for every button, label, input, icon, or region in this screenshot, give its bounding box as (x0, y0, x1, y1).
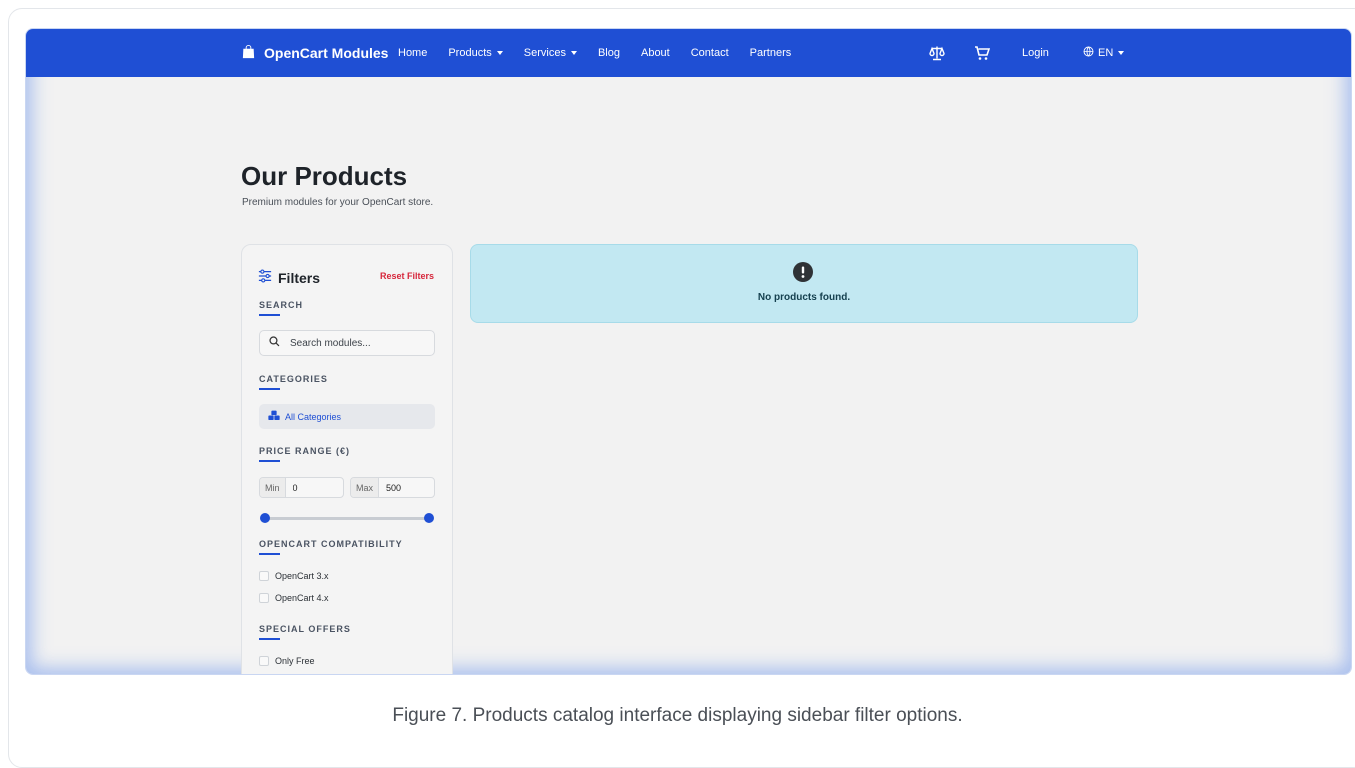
cubes-icon (268, 410, 285, 423)
nav-services[interactable]: Services (524, 47, 577, 59)
page-title: Our Products (241, 161, 408, 191)
compat-option-oc4[interactable]: OpenCart 4.x (259, 593, 329, 603)
price-slider-track[interactable] (264, 517, 430, 520)
filters-heading: Filters (258, 269, 320, 286)
nav-products[interactable]: Products (448, 47, 503, 59)
price-slider-max-handle[interactable] (424, 513, 434, 523)
page-subtitle: Premium modules for your OpenCart store. (242, 197, 434, 208)
price-min-label: Min (260, 478, 286, 497)
login-link[interactable]: Login (1022, 29, 1049, 77)
globe-icon (1083, 46, 1094, 60)
language-label: EN (1098, 47, 1114, 59)
category-all-label: All Categories (285, 411, 342, 422)
price-min-group: Min (259, 477, 344, 498)
nav-blog[interactable]: Blog (598, 47, 620, 59)
price-slider-min-handle[interactable] (260, 513, 270, 523)
offers-section-label: SPECIAL OFFERS (259, 624, 351, 634)
section-divider (259, 553, 280, 555)
filters-sidebar: Filters Reset Filters SEARCH CATEGORIES … (241, 244, 453, 674)
search-section-label: SEARCH (259, 300, 304, 310)
compat-option-label: OpenCart 3.x (275, 571, 329, 581)
reset-filters-link[interactable]: Reset Filters (380, 271, 434, 281)
section-divider (259, 314, 280, 316)
login-label: Login (1022, 47, 1049, 59)
alert-message: No products found. (757, 292, 851, 303)
search-icon (269, 334, 290, 352)
nav-home[interactable]: Home (398, 47, 427, 59)
price-max-input[interactable] (379, 478, 418, 497)
offers-option-free[interactable]: Only Free (259, 656, 315, 666)
search-field[interactable] (259, 330, 435, 356)
brand-name: OpenCart Modules (264, 45, 389, 61)
checkbox[interactable] (259, 656, 269, 666)
section-divider (259, 460, 280, 462)
category-all[interactable]: All Categories (259, 404, 435, 429)
nav-services-label: Services (523, 47, 566, 59)
checkbox[interactable] (259, 593, 269, 603)
nav-about[interactable]: About (641, 47, 670, 59)
price-min-input[interactable] (285, 478, 324, 497)
caret-down-icon (1118, 51, 1125, 55)
compat-option-label: OpenCart 4.x (275, 593, 329, 603)
brand-link[interactable]: OpenCart Modules (241, 29, 388, 77)
offers-option-label: Only Free (275, 656, 315, 666)
sliders-icon (258, 269, 272, 286)
scale-balance-icon[interactable] (929, 45, 945, 61)
nav-contact[interactable]: Contact (691, 47, 729, 59)
nav-partners[interactable]: Partners (750, 47, 792, 59)
language-selector[interactable]: EN (1083, 29, 1125, 77)
shopping-bag-icon (241, 44, 256, 62)
exclamation-circle-icon (793, 262, 813, 282)
compat-section-label: OPENCART COMPATIBILITY (259, 539, 403, 549)
app-screenshot: OpenCart Modules Home Products Services … (25, 28, 1352, 675)
no-products-alert: No products found. (470, 244, 1138, 323)
caret-down-icon (570, 51, 577, 56)
section-divider (259, 388, 280, 390)
filters-title: Filters (278, 269, 321, 286)
caret-down-icon (496, 51, 503, 56)
nav-links: Home Products Services Blog About Contac… (398, 29, 812, 77)
checkbox[interactable] (259, 571, 269, 581)
categories-section-label: CATEGORIES (259, 374, 328, 384)
search-input[interactable] (290, 337, 420, 349)
section-divider (259, 638, 280, 640)
nav-products-label: Products (448, 47, 492, 59)
price-section-label: PRICE RANGE (€) (259, 446, 351, 456)
cart-icon[interactable] (974, 45, 991, 61)
price-max-group: Max (350, 477, 435, 498)
top-navbar: OpenCart Modules Home Products Services … (26, 29, 1351, 77)
figure-caption: Figure 7. Products catalog interface dis… (392, 705, 963, 726)
price-max-label: Max (351, 478, 380, 497)
compat-option-oc3[interactable]: OpenCart 3.x (259, 571, 329, 581)
